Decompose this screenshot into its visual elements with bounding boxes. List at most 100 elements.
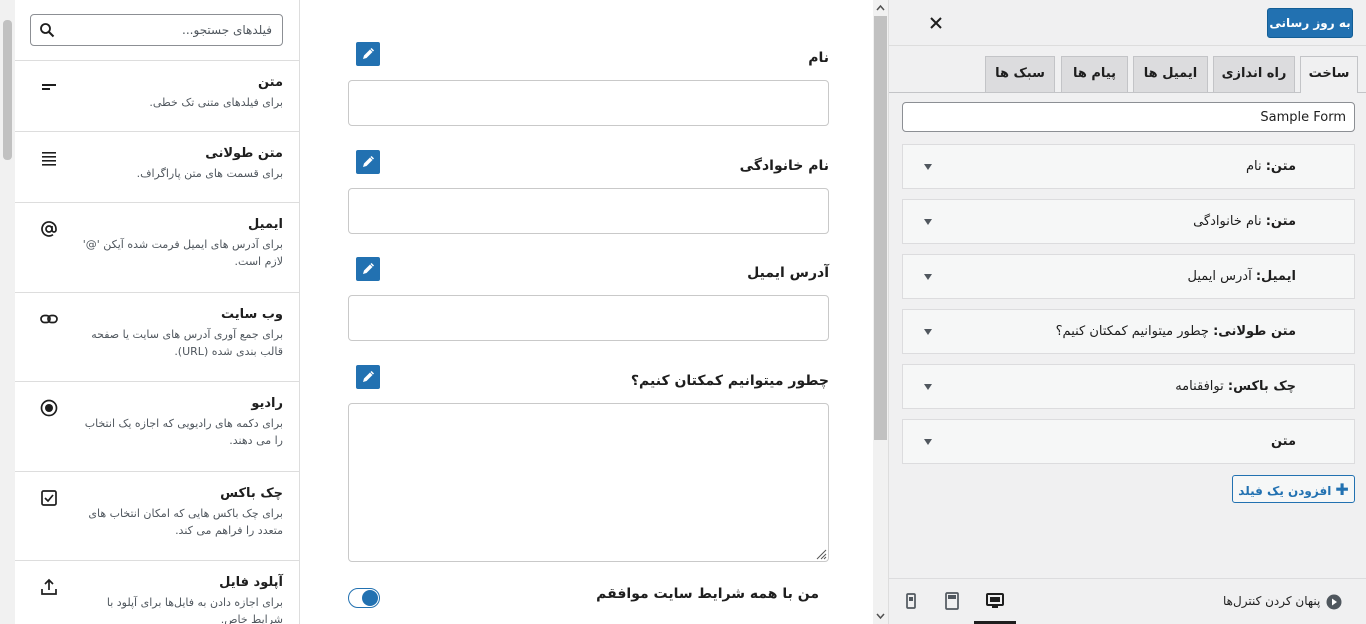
email-input[interactable]	[348, 295, 829, 341]
first-name-input[interactable]	[348, 80, 829, 126]
library-scroll-thumb[interactable]	[3, 20, 12, 160]
accordion-field-name: چطور میتوانیم کمکتان کنیم؟	[1055, 324, 1209, 339]
accordion-field-type: متن:	[1265, 159, 1296, 174]
at-sign-icon	[41, 221, 57, 237]
field-type-email[interactable]: ایمیل برای آدرس های ایمیل فرمت شده آیکن …	[15, 202, 299, 292]
accordion-field-name: نام خانوادگی	[1193, 214, 1262, 229]
form-field-email: آدرس ایمیل	[348, 265, 829, 341]
tab-styles[interactable]: سبک ها	[985, 56, 1055, 92]
field-type-radio[interactable]: رادیو برای دکمه های رادیویی که اجازه یک …	[15, 381, 299, 471]
field-type-title: متن طولانی	[205, 146, 283, 161]
field-type-description: برای فیلدهای متنی تک خطی.	[149, 96, 283, 109]
field-accordion-text[interactable]: متن	[902, 419, 1355, 464]
toggle-knob	[362, 590, 378, 606]
message-textarea[interactable]	[348, 403, 829, 562]
form-field-first-name: نام	[348, 50, 829, 126]
field-type-title: وب سایت	[221, 307, 283, 322]
last-name-input[interactable]	[348, 188, 829, 234]
library-scrollbar[interactable]	[0, 0, 15, 624]
field-label: نام	[808, 50, 829, 66]
field-label: نام خانوادگی	[739, 158, 829, 174]
settings-header: به روز رسانی	[889, 0, 1366, 46]
accordion-title: متن: نام خانوادگی	[1193, 214, 1296, 229]
field-accordion-last-name[interactable]: متن: نام خانوادگی	[902, 199, 1355, 244]
accordion-field-name: نام	[1245, 159, 1262, 174]
tab-setup[interactable]: راه اندازی	[1213, 56, 1295, 92]
accordion-field-type: متن	[1270, 434, 1296, 449]
field-type-website[interactable]: وب سایت برای جمع آوری آدرس های سایت یا ص…	[15, 292, 299, 381]
field-accordion-first-name[interactable]: متن: نام	[902, 144, 1355, 189]
field-search-input[interactable]	[62, 15, 272, 45]
field-type-description: برای جمع آوری آدرس های سایت یا صفحه قالب…	[91, 328, 283, 358]
field-type-description: برای قسمت های متن پاراگراف.	[136, 167, 283, 180]
close-icon[interactable]	[927, 14, 945, 32]
radio-icon	[40, 399, 58, 417]
accordion-field-type: چک باکس:	[1227, 379, 1296, 394]
search-icon[interactable]	[39, 22, 55, 38]
scroll-down-arrow-icon[interactable]	[876, 611, 885, 620]
field-type-title: متن	[257, 75, 283, 90]
play-circle-icon	[1326, 594, 1342, 610]
accordion-field-name: توافقنامه	[1175, 379, 1224, 394]
accordion-field-name: آدرس ایمیل	[1187, 269, 1252, 284]
field-search-box	[30, 14, 283, 46]
hide-controls-button[interactable]: پنهان کردن کنترل‌ها	[1223, 594, 1342, 610]
checkbox-icon	[41, 490, 57, 506]
form-field-last-name: نام خانوادگی	[348, 158, 829, 234]
canvas-scrollbar[interactable]	[873, 0, 888, 624]
field-accordion-email[interactable]: ایمیل: آدرس ایمیل	[902, 254, 1355, 299]
short-text-icon	[42, 84, 56, 90]
field-type-checkbox[interactable]: چک باکس برای چک باکس هایی که امکان انتخا…	[15, 471, 299, 560]
field-type-title: ایمیل	[248, 217, 283, 232]
add-field-button[interactable]: ✚افزودن یک فیلد	[1232, 475, 1355, 503]
resize-grip-icon[interactable]	[815, 548, 827, 560]
caret-down-icon	[924, 439, 932, 445]
accordion-field-type: ایمیل:	[1255, 269, 1296, 284]
accordion-field-type: متن:	[1265, 214, 1296, 229]
accordion-title: چک باکس: توافقنامه	[1175, 379, 1296, 394]
settings-footer: پنهان کردن کنترل‌ها	[889, 578, 1366, 624]
field-accordion-agreement[interactable]: چک باکس: توافقنامه	[902, 364, 1355, 409]
field-accordion-message[interactable]: متن طولانی: چطور میتوانیم کمکتان کنیم؟	[902, 309, 1355, 354]
consent-toggle[interactable]	[348, 588, 380, 608]
field-label: چطور میتوانیم کمکتان کنیم؟	[630, 373, 829, 389]
field-type-title: چک باکس	[220, 486, 283, 501]
plus-icon: ✚	[1335, 479, 1349, 499]
caret-down-icon	[924, 329, 932, 335]
field-type-title: رادیو	[251, 396, 283, 411]
scroll-up-arrow-icon[interactable]	[876, 4, 885, 13]
field-type-file-upload[interactable]: آپلود فایل برای اجازه دادن به فایل‌ها بر…	[15, 560, 299, 624]
field-type-list: متن برای فیلدهای متنی تک خطی. متن طولانی…	[15, 60, 299, 624]
field-type-description: برای اجازه دادن به فایل‌ها برای آپلود با…	[106, 596, 283, 624]
desktop-preview-icon[interactable]	[985, 591, 1005, 611]
caret-down-icon	[924, 219, 932, 225]
tab-messages[interactable]: پیام ها	[1061, 56, 1128, 92]
tab-build[interactable]: ساخت	[1300, 56, 1358, 93]
paragraph-icon	[42, 152, 56, 166]
upload-icon	[41, 578, 57, 595]
field-type-text[interactable]: متن برای فیلدهای متنی تک خطی.	[15, 60, 299, 131]
field-type-description: برای دکمه های رادیویی که اجازه یک انتخاب…	[84, 417, 283, 447]
field-library-panel: متن برای فیلدهای متنی تک خطی. متن طولانی…	[0, 0, 300, 624]
field-type-description: برای چک باکس هایی که امکان انتخاب های مت…	[88, 507, 283, 537]
settings-tabs: ساخت راه اندازی ایمیل ها پیام ها سبک ها	[889, 47, 1366, 93]
mobile-preview-icon[interactable]	[901, 591, 921, 611]
form-settings-panel: به روز رسانی ساخت راه اندازی ایمیل ها پی…	[888, 0, 1366, 624]
update-button[interactable]: به روز رسانی	[1267, 8, 1353, 38]
accordion-title: ایمیل: آدرس ایمیل	[1187, 269, 1296, 284]
field-type-long-text[interactable]: متن طولانی برای قسمت های متن پاراگراف.	[15, 131, 299, 202]
field-type-title: آپلود فایل	[219, 575, 283, 590]
tablet-preview-icon[interactable]	[942, 591, 962, 611]
tab-emails[interactable]: ایمیل ها	[1133, 56, 1208, 92]
form-field-message: چطور میتوانیم کمکتان کنیم؟	[348, 373, 829, 562]
accordion-field-type: متن طولانی:	[1213, 324, 1296, 339]
accordion-title: متن	[1271, 434, 1296, 449]
consent-label: من با همه شرایط سایت موافقم	[596, 586, 819, 602]
hide-controls-label: پنهان کردن کنترل‌ها	[1223, 594, 1321, 608]
accordion-title: متن: نام	[1246, 159, 1296, 174]
consent-field: من با همه شرایط سایت موافقم	[348, 586, 829, 602]
link-icon	[40, 314, 58, 324]
canvas-scroll-thumb[interactable]	[874, 16, 887, 440]
form-name-input[interactable]	[902, 102, 1355, 132]
field-label: آدرس ایمیل	[747, 265, 829, 281]
